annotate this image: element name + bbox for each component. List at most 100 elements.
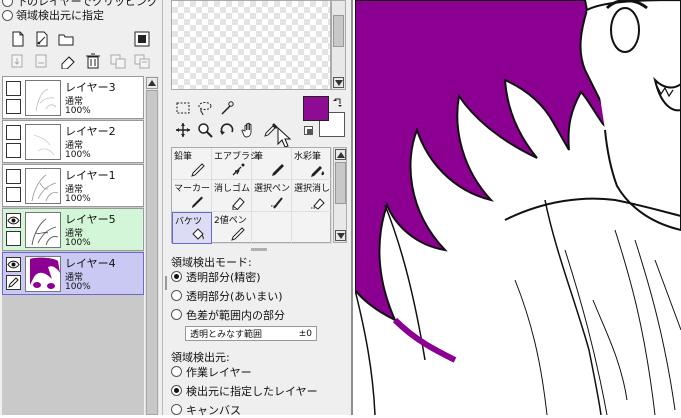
artwork <box>355 0 681 415</box>
brush-binary-pen[interactable]: 2値ペン <box>212 212 252 244</box>
lock-toggle[interactable] <box>6 187 21 202</box>
layer-panel: 下のレイヤーでクリッピング 領域検出元に指定 レイヤー3 通常 100% レイヤ… <box>0 0 163 415</box>
hand-icon[interactable] <box>241 122 257 138</box>
layer-thumbnail <box>25 256 61 292</box>
layer-thumbnail <box>25 212 61 248</box>
detect-source-option[interactable]: 作業レイヤー <box>171 364 252 379</box>
triangle-up-icon <box>336 151 345 158</box>
eye-icon <box>7 260 20 269</box>
scroll-up-button[interactable] <box>335 149 346 160</box>
pen-lock-toggle[interactable] <box>6 275 21 290</box>
eraser-icon <box>232 197 245 210</box>
scroll-thumb[interactable] <box>333 15 344 47</box>
rect-select-icon[interactable] <box>175 100 191 116</box>
visibility-toggle[interactable] <box>6 257 21 272</box>
layer-row[interactable]: レイヤー3 通常 100% <box>2 76 144 119</box>
layer-row[interactable]: レイヤー5 通常 100% <box>2 208 144 251</box>
brush-pencil[interactable]: 鉛筆 <box>172 148 212 180</box>
brush-select-pen[interactable]: 選択ペン <box>252 180 292 212</box>
new-folder-icon[interactable] <box>58 31 74 47</box>
radio-button[interactable] <box>171 290 182 301</box>
lock-toggle[interactable] <box>6 143 21 158</box>
brush-watercolor[interactable]: 水彩筆 <box>292 148 332 180</box>
layer-row[interactable]: レイヤー4 通常 100% <box>2 252 144 295</box>
radio-button[interactable] <box>171 404 182 415</box>
airbrush-icon <box>232 163 245 176</box>
brush-marker[interactable]: マーカー <box>172 180 212 212</box>
lock-toggle[interactable] <box>6 231 21 246</box>
brush-brush[interactable]: 筆 <box>252 148 292 180</box>
brush-name: 筆 <box>254 152 264 162</box>
layer-row[interactable]: レイヤー2 通常 100% <box>2 120 144 163</box>
clipping-radio[interactable] <box>2 0 13 7</box>
detect-source-text: キャンバス <box>186 403 241 417</box>
scroll-down-button[interactable] <box>335 230 346 241</box>
layer-opacity: 100% <box>65 194 91 204</box>
navigator-preview[interactable] <box>171 0 331 90</box>
navigator-scrollbar[interactable] <box>331 0 346 90</box>
transfer-down-icon[interactable] <box>10 53 26 69</box>
brush-select-erase[interactable]: 選択消し <box>292 180 332 212</box>
brush-bucket[interactable]: バケツ <box>172 212 212 244</box>
detect-source-option[interactable]: 検出元に指定したレイヤー <box>171 383 318 398</box>
selection-source-option[interactable]: 領域検出元に指定 <box>2 8 104 22</box>
visibility-toggle[interactable] <box>6 125 21 140</box>
visibility-toggle[interactable] <box>6 169 21 184</box>
selection-source-radio[interactable] <box>2 9 13 21</box>
radio-button[interactable] <box>171 385 182 396</box>
layer-scrollbar[interactable] <box>145 76 159 415</box>
detect-mode-option[interactable]: 色差が範囲内の部分 <box>171 307 285 322</box>
new-layer-icon[interactable] <box>10 31 26 47</box>
brush-scrollbar[interactable] <box>333 147 347 243</box>
move-icon[interactable] <box>175 122 191 138</box>
scroll-thumb[interactable] <box>146 90 158 415</box>
lock-toggle[interactable] <box>6 99 21 114</box>
radio-button[interactable] <box>171 366 182 377</box>
scroll-down-button[interactable] <box>333 77 344 88</box>
tolerance-slider[interactable]: 透明とみなす範囲 ±0 <box>185 326 317 341</box>
detect-mode-text: 透明部分(精密) <box>186 270 261 284</box>
radio-button[interactable] <box>171 271 182 282</box>
layer-name: レイヤー5 <box>65 213 116 226</box>
merge-down-icon[interactable] <box>34 53 50 69</box>
merge-visible-icon[interactable] <box>134 53 150 69</box>
lasso-icon[interactable] <box>197 100 213 116</box>
panel-splitter[interactable] <box>251 248 267 251</box>
new-vector-layer-icon[interactable] <box>34 31 50 47</box>
scroll-up-button[interactable] <box>146 77 158 89</box>
detect-source-text: 検出元に指定したレイヤー <box>186 384 318 398</box>
mask-icon[interactable] <box>134 31 150 47</box>
delete-layer-icon[interactable] <box>85 53 101 69</box>
bucket-icon <box>192 228 204 240</box>
reset-colors-icon[interactable] <box>304 126 313 135</box>
detect-mode-option[interactable]: 透明部分(あいまい) <box>171 288 283 303</box>
brush-airbrush[interactable]: エアブラシ <box>212 148 259 180</box>
layer-thumbnail <box>25 124 61 160</box>
rotate-icon[interactable] <box>219 122 235 138</box>
scroll-thumb[interactable] <box>335 162 346 204</box>
layer-name: レイヤー4 <box>65 257 116 270</box>
combine-icon[interactable] <box>110 53 126 69</box>
radio-button[interactable] <box>171 309 182 320</box>
zoom-icon[interactable] <box>197 122 213 138</box>
layer-thumbnail <box>25 168 61 204</box>
swap-colors-icon[interactable] <box>333 97 343 110</box>
drawing-canvas[interactable] <box>355 0 681 415</box>
visibility-toggle[interactable] <box>6 213 21 228</box>
clear-layer-icon[interactable] <box>60 53 76 69</box>
visibility-toggle[interactable] <box>6 81 21 96</box>
magic-wand-icon[interactable] <box>219 100 235 116</box>
detect-mode-option[interactable]: 透明部分(精密) <box>171 269 261 284</box>
triangle-down-icon <box>336 232 345 239</box>
brush-name: 2値ペン <box>214 216 247 226</box>
eye-icon <box>7 216 20 225</box>
selection-source-label: 領域検出元に指定 <box>16 9 104 22</box>
brush-eraser[interactable]: 消しゴム <box>212 180 252 212</box>
foreground-color-swatch[interactable] <box>303 96 329 121</box>
layer-opacity: 100% <box>65 238 91 248</box>
tolerance-value: ±0 <box>298 328 312 339</box>
panel-resize-grip[interactable] <box>165 276 167 290</box>
layer-row[interactable]: レイヤー1 通常 100% <box>2 164 144 207</box>
pencil-icon <box>191 163 205 177</box>
triangle-down-icon <box>334 79 343 86</box>
